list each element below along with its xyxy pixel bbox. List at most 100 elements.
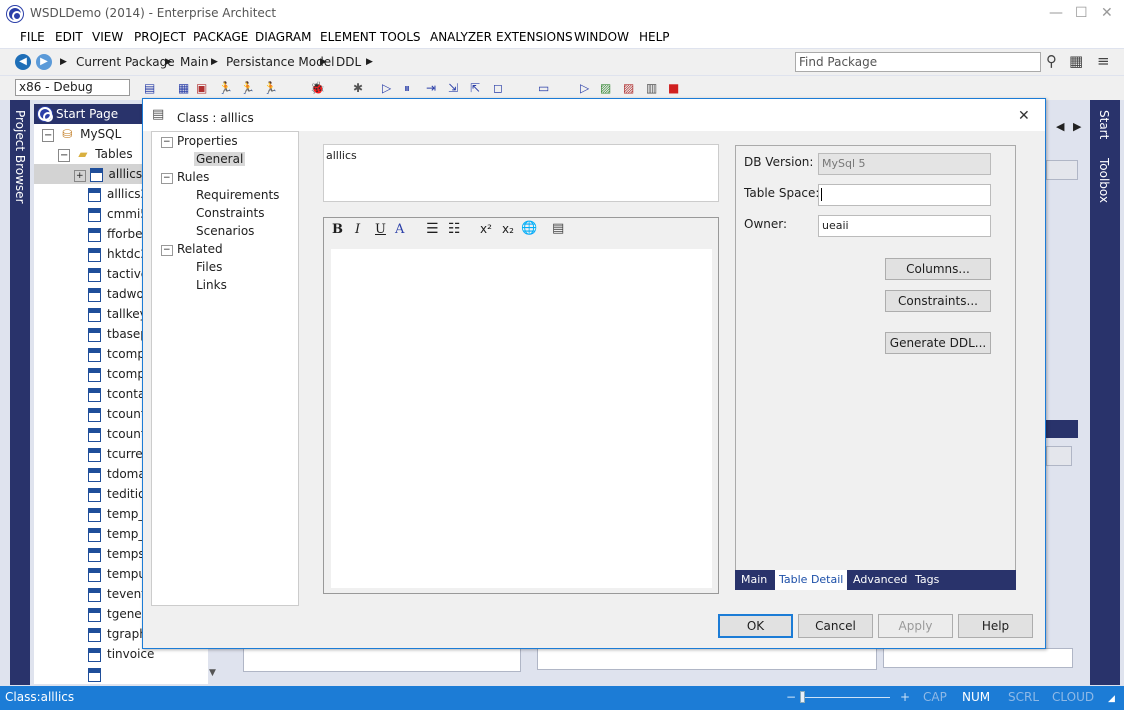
debug-icon[interactable]: 🐞: [310, 81, 325, 95]
tab-tags[interactable]: Tags: [915, 573, 939, 586]
name-field[interactable]: alllics: [323, 144, 719, 202]
ok-button[interactable]: OK: [718, 614, 793, 638]
collapse-icon[interactable]: −: [161, 137, 173, 148]
tree-node-tables[interactable]: − ▰ Tables: [58, 144, 133, 164]
nav-related[interactable]: Related: [177, 242, 223, 256]
toolbox-tab-label[interactable]: Toolbox: [1097, 158, 1111, 203]
search-icon[interactable]: ⚲: [1046, 52, 1057, 70]
play-icon[interactable]: ▷: [382, 81, 391, 95]
expand-icon[interactable]: +: [74, 170, 86, 182]
start-page-tab[interactable]: Start Page: [34, 104, 144, 124]
menu-diagram[interactable]: DIAGRAM: [255, 30, 312, 44]
tree-item[interactable]: temp_: [88, 524, 144, 544]
menu-help[interactable]: HELP: [639, 30, 670, 44]
tree-item[interactable]: tgraph: [88, 624, 147, 644]
breadcrumb-persistance-model[interactable]: Persistance Model: [226, 55, 334, 69]
insert-document-icon[interactable]: ▤: [552, 221, 564, 236]
breadcrumb-main[interactable]: Main: [180, 55, 209, 69]
bold-icon[interactable]: B: [332, 222, 343, 237]
sequence-icon[interactable]: ▥: [646, 81, 657, 95]
menu-element[interactable]: ELEMENT: [320, 30, 376, 44]
collapse-icon[interactable]: −: [161, 173, 173, 184]
menu-project[interactable]: PROJECT: [134, 30, 186, 44]
tab-advanced[interactable]: Advanced: [853, 573, 907, 586]
start-tab-label[interactable]: Start: [1097, 110, 1111, 139]
tree-item[interactable]: alllics2: [88, 184, 148, 204]
nav-scenarios[interactable]: Scenarios: [196, 224, 254, 238]
tree-item[interactable]: tcurren: [88, 444, 150, 464]
tab-scroll-left-icon[interactable]: ◀: [1056, 120, 1064, 133]
nav-requirements[interactable]: Requirements: [196, 188, 279, 202]
tree-item[interactable]: tallkey: [88, 304, 147, 324]
generate-ddl-button[interactable]: Generate DDL...: [885, 332, 991, 354]
zoom-in-button[interactable]: +: [900, 690, 910, 704]
owner-input[interactable]: ueaii: [818, 215, 991, 237]
breadcrumb-current-package[interactable]: Current Package: [76, 55, 175, 69]
menu-analyzer[interactable]: ANALYZER: [430, 30, 492, 44]
stop-recording-icon[interactable]: ■: [668, 81, 679, 95]
step-out-icon[interactable]: ⇱: [470, 81, 480, 95]
hamburger-menu-icon[interactable]: ≡: [1097, 52, 1110, 70]
numbered-list-icon[interactable]: ☷: [448, 221, 461, 237]
tree-item[interactable]: tconta: [88, 384, 145, 404]
nav-properties[interactable]: Properties: [177, 134, 238, 148]
zoom-slider[interactable]: [800, 697, 890, 698]
tree-item[interactable]: temp_: [88, 504, 144, 524]
tree-item[interactable]: tadwo: [88, 284, 144, 304]
apply-button[interactable]: Apply: [878, 614, 953, 638]
run-icon[interactable]: 🏃: [218, 81, 233, 95]
underline-icon[interactable]: U: [375, 222, 386, 237]
tree-item[interactable]: tcount: [88, 404, 146, 424]
menu-edit[interactable]: EDIT: [55, 30, 83, 44]
resize-grip-icon[interactable]: ◢: [1108, 694, 1115, 704]
scroll-down-icon[interactable]: ▼: [209, 668, 216, 678]
tree-item[interactable]: tcomp: [88, 364, 145, 384]
window-icon[interactable]: ▭: [538, 81, 549, 95]
nav-constraints[interactable]: Constraints: [196, 206, 264, 220]
build-icon[interactable]: ▣: [196, 81, 207, 95]
zoom-slider-thumb[interactable]: [800, 691, 805, 703]
collapse-icon[interactable]: −: [42, 129, 55, 142]
nav-links[interactable]: Links: [196, 278, 227, 292]
step-over-icon[interactable]: ⇥: [426, 81, 436, 95]
test-icon[interactable]: 🏃: [240, 81, 255, 95]
menu-window[interactable]: WINDOW: [574, 30, 629, 44]
font-color-icon[interactable]: A: [395, 222, 404, 237]
dialog-close-button[interactable]: ✕: [1018, 108, 1030, 124]
bullet-list-icon[interactable]: ☰: [426, 221, 439, 237]
tree-item[interactable]: tinvoicetransaction: [88, 664, 208, 701]
hyperlink-icon[interactable]: 🌐: [521, 221, 537, 236]
deploy-icon[interactable]: 🏃: [263, 81, 278, 95]
superscript-icon[interactable]: x²: [480, 222, 492, 236]
tree-item[interactable]: + alllics: [74, 164, 142, 184]
menu-tools[interactable]: TOOLS: [380, 30, 421, 44]
menu-package[interactable]: PACKAGE: [193, 30, 248, 44]
nav-rules[interactable]: Rules: [177, 170, 209, 184]
menu-file[interactable]: FILE: [20, 30, 45, 44]
back-icon[interactable]: ◀: [15, 54, 31, 70]
collapse-icon[interactable]: −: [161, 245, 173, 256]
step-in-icon[interactable]: ⇲: [448, 81, 458, 95]
record-stop-icon[interactable]: ▨: [623, 81, 634, 95]
tree-item[interactable]: tdoma: [88, 464, 146, 484]
tree-item[interactable]: hktdc2: [88, 244, 148, 264]
tab-table-detail[interactable]: Table Detail: [775, 570, 848, 590]
help-button[interactable]: Help: [958, 614, 1033, 638]
close-window-button[interactable]: ✕: [1101, 5, 1113, 21]
grid-menu-icon[interactable]: ▦: [1069, 52, 1083, 70]
breadcrumb-ddl[interactable]: DDL: [336, 55, 361, 69]
zoom-out-button[interactable]: −: [786, 690, 796, 704]
analyzer-icon[interactable]: ▦: [178, 81, 189, 95]
tree-item[interactable]: tbasep: [88, 324, 148, 344]
forward-icon[interactable]: ▶: [36, 54, 52, 70]
minimize-button[interactable]: —: [1049, 5, 1063, 21]
right-dock-strip[interactable]: Start Toolbox: [1090, 100, 1120, 685]
italic-icon[interactable]: I: [355, 222, 360, 237]
record-icon[interactable]: ▨: [600, 81, 611, 95]
collapse-icon[interactable]: −: [58, 149, 71, 162]
tree-item[interactable]: tempu: [88, 564, 146, 584]
menu-view[interactable]: VIEW: [92, 30, 123, 44]
tree-node-mysql[interactable]: − ⛁ MySQL: [42, 124, 121, 144]
tree-item[interactable]: tcomp: [88, 344, 145, 364]
cancel-button[interactable]: Cancel: [798, 614, 873, 638]
